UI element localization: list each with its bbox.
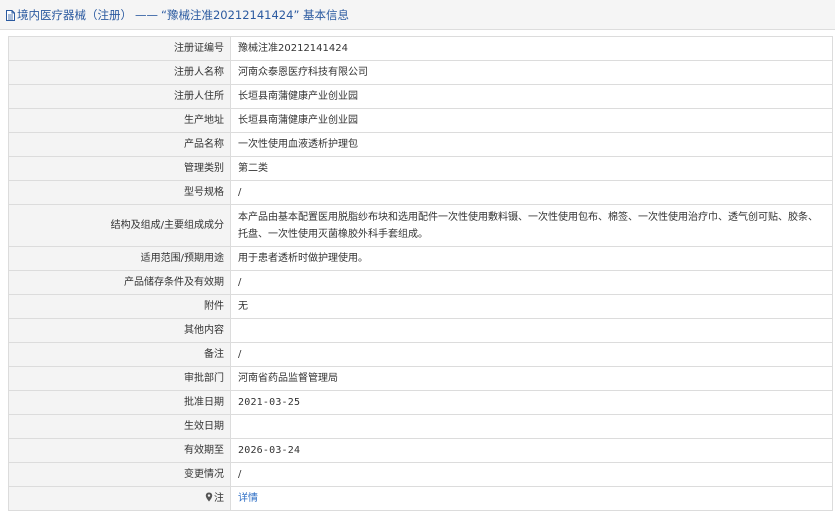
details-link[interactable]: 详情 <box>238 493 258 504</box>
table-row: 注册证编号 豫械注准20212141424 <box>8 36 833 61</box>
table-row: 产品储存条件及有效期 / <box>8 270 833 295</box>
table-row: 变更情况 / <box>8 462 833 487</box>
remarks-value: / <box>230 342 833 367</box>
page-title-bar: 境内医疗器械（注册） —— “豫械注准20212141424” 基本信息 <box>0 0 835 30</box>
field-label: 型号规格 <box>8 180 231 205</box>
management-class-value: 第二类 <box>230 156 833 181</box>
table-row: 管理类别 第二类 <box>8 156 833 181</box>
field-label: 审批部门 <box>8 366 231 391</box>
approval-department-value: 河南省药品监督管理局 <box>230 366 833 391</box>
map-pin-icon <box>205 492 213 501</box>
registration-number-value: 豫械注准20212141424 <box>230 36 833 61</box>
field-label: 结构及组成/主要组成成分 <box>8 204 231 247</box>
expiry-date-value: 2026-03-24 <box>230 438 833 463</box>
field-label: 附件 <box>8 294 231 319</box>
table-row: 注册人住所 长垣县南蒲健康产业创业园 <box>8 84 833 109</box>
table-row: 备注 / <box>8 342 833 367</box>
table-row: 适用范围/预期用途 用于患者透析时做护理使用。 <box>8 246 833 271</box>
table-row: 审批部门 河南省药品监督管理局 <box>8 366 833 391</box>
note-label-cell: 注 <box>8 486 231 511</box>
field-label: 适用范围/预期用途 <box>8 246 231 271</box>
registrant-name-value: 河南众泰恩医疗科技有限公司 <box>230 60 833 85</box>
table-row: 产品名称 一次性使用血液透析护理包 <box>8 132 833 157</box>
field-label: 注 <box>214 492 224 504</box>
approval-date-value: 2021-03-25 <box>230 390 833 415</box>
field-label: 管理类别 <box>8 156 231 181</box>
registrant-address-value: 长垣县南蒲健康产业创业园 <box>230 84 833 109</box>
field-label: 备注 <box>8 342 231 367</box>
table-row: 结构及组成/主要组成成分 本产品由基本配置医用脱脂纱布块和选用配件一次性使用敷料… <box>8 204 833 247</box>
table-row: 其他内容 <box>8 318 833 343</box>
intended-use-value: 用于患者透析时做护理使用。 <box>230 246 833 271</box>
field-label: 注册人名称 <box>8 60 231 85</box>
field-label: 产品名称 <box>8 132 231 157</box>
field-label: 注册人住所 <box>8 84 231 109</box>
model-spec-value: / <box>230 180 833 205</box>
structure-composition-value: 本产品由基本配置医用脱脂纱布块和选用配件一次性使用敷料镊、一次性使用包布、棉签、… <box>230 204 833 247</box>
change-status-value: / <box>230 462 833 487</box>
field-label: 变更情况 <box>8 462 231 487</box>
document-icon <box>6 9 15 21</box>
table-row: 生产地址 长垣县南蒲健康产业创业园 <box>8 108 833 133</box>
product-name-value: 一次性使用血液透析护理包 <box>230 132 833 157</box>
record-title: “豫械注准20212141424” 基本信息 <box>161 7 350 22</box>
storage-validity-value: / <box>230 270 833 295</box>
attachment-value: 无 <box>230 294 833 319</box>
field-label: 批准日期 <box>8 390 231 415</box>
table-row: 有效期至 2026-03-24 <box>8 438 833 463</box>
field-label: 生产地址 <box>8 108 231 133</box>
field-label: 有效期至 <box>8 438 231 463</box>
production-address-value: 长垣县南蒲健康产业创业园 <box>230 108 833 133</box>
registration-info-table: 注册证编号 豫械注准20212141424 注册人名称 河南众泰恩医疗科技有限公… <box>8 36 833 511</box>
table-row: 型号规格 / <box>8 180 833 205</box>
table-row: 批准日期 2021-03-25 <box>8 390 833 415</box>
table-row: 附件 无 <box>8 294 833 319</box>
other-content-value <box>230 318 833 343</box>
field-label: 生效日期 <box>8 414 231 439</box>
field-label: 产品储存条件及有效期 <box>8 270 231 295</box>
field-label: 其他内容 <box>8 318 231 343</box>
breadcrumb-separator: —— <box>135 7 158 22</box>
table-row: 注册人名称 河南众泰恩医疗科技有限公司 <box>8 60 833 85</box>
effective-date-value <box>230 414 833 439</box>
note-value-cell: 详情 <box>230 486 833 511</box>
table-row: 生效日期 <box>8 414 833 439</box>
table-row: 注 详情 <box>8 486 833 511</box>
field-label: 注册证编号 <box>8 36 231 61</box>
breadcrumb-root[interactable]: 境内医疗器械（注册） <box>17 7 132 23</box>
